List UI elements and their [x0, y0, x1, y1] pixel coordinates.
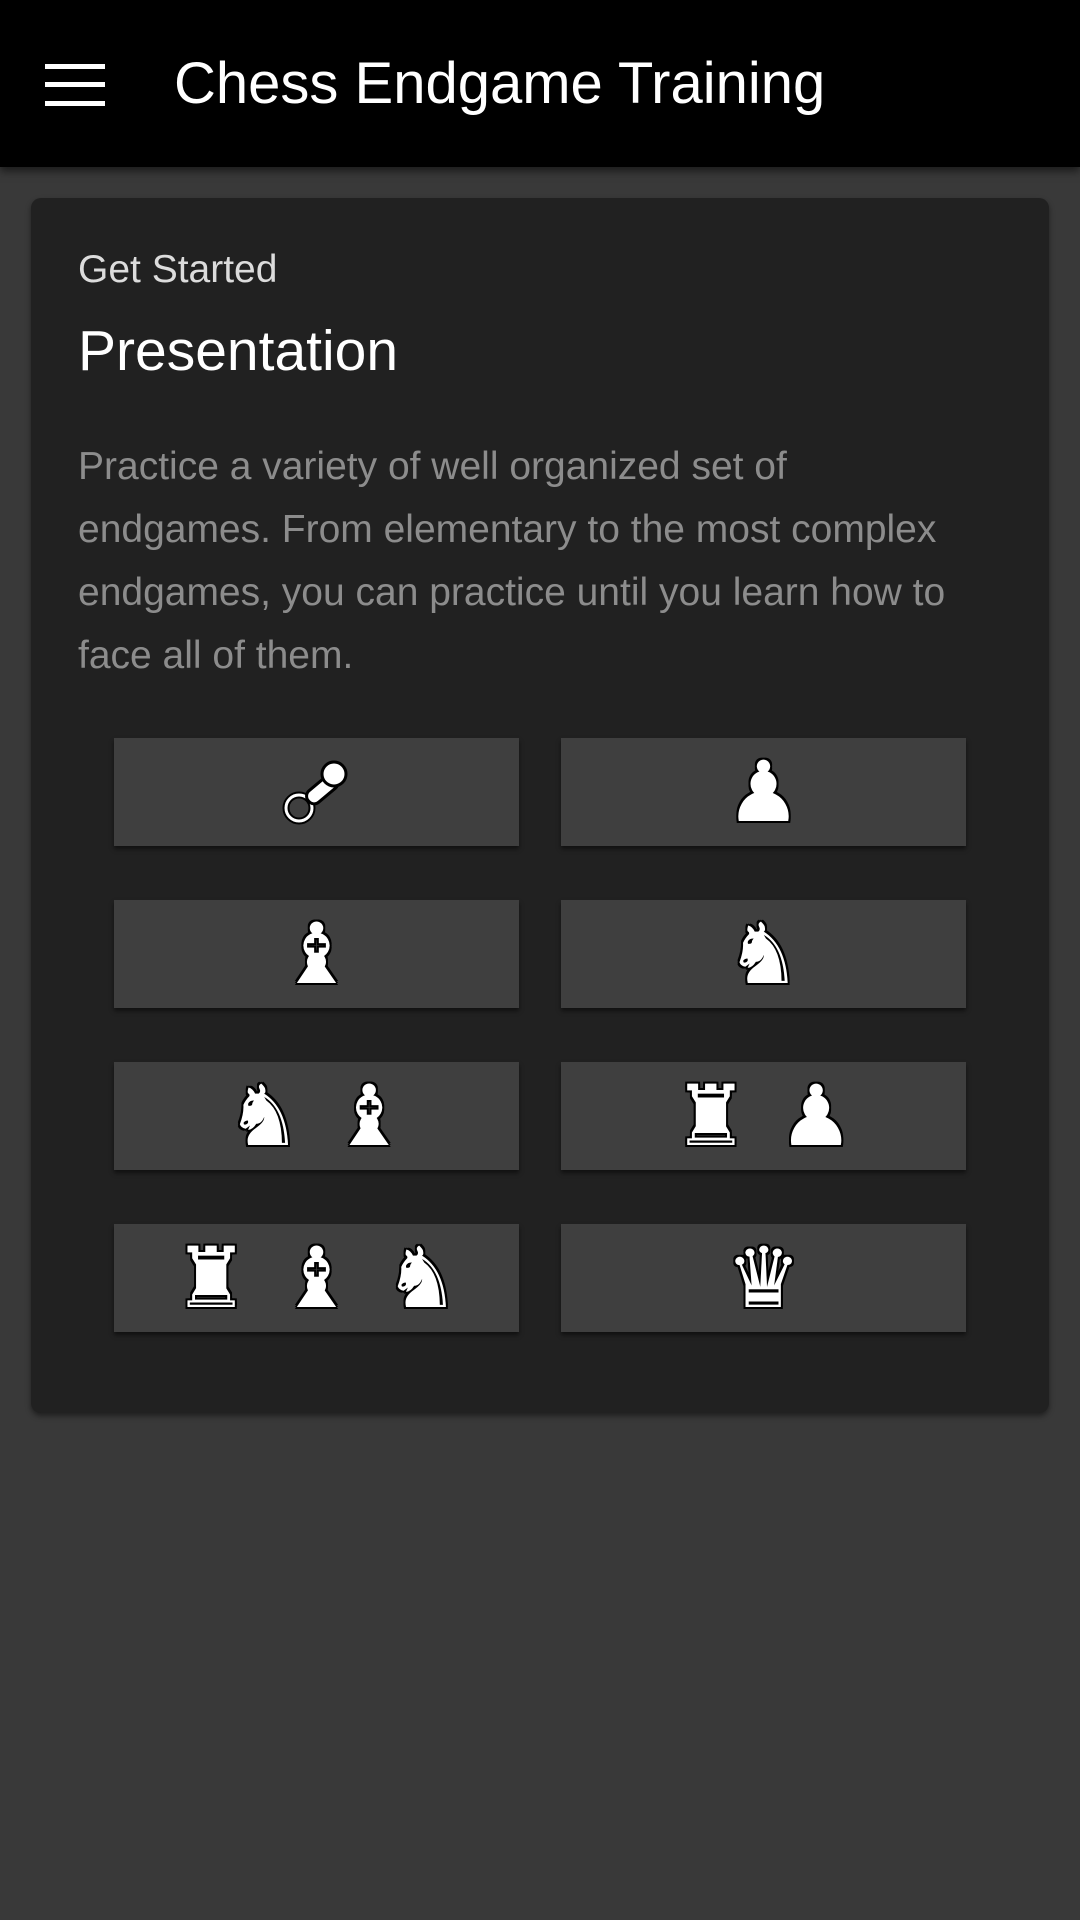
rook-icon: ♜: [673, 1067, 749, 1165]
knight-icon: ♞: [725, 905, 802, 1003]
rook-bishop-knight-endgames-button[interactable]: ♜ ♝ ♞: [114, 1224, 519, 1332]
rook-icon: ♜: [173, 1229, 249, 1327]
bishop-endgames-button[interactable]: ♝: [114, 900, 519, 1008]
rook-pawn-endgames-button[interactable]: ♜ ♟: [561, 1062, 966, 1170]
pacifier-icon: [282, 760, 347, 825]
menu-button[interactable]: [30, 40, 120, 130]
app-bar: Chess Endgame Training: [0, 0, 1080, 167]
bishop-icon: ♝: [278, 905, 355, 1003]
knight-bishop-endgames-button[interactable]: ♞ ♝: [114, 1062, 519, 1170]
endgame-category-grid: ♟ ♝ ♞ ♞ ♝ ♜ ♟ ♜ ♝ ♞ ♛: [114, 738, 966, 1332]
elementary-endgames-button[interactable]: [114, 738, 519, 846]
queen-endgames-button[interactable]: ♛: [561, 1224, 966, 1332]
knight-icon: ♞: [226, 1067, 302, 1165]
knight-endgames-button[interactable]: ♞: [561, 900, 966, 1008]
card-overline: Get Started: [78, 248, 278, 291]
presentation-card: Get Started Presentation Practice a vari…: [31, 198, 1049, 1413]
card-headline: Presentation: [78, 319, 399, 383]
bishop-icon: ♝: [278, 1229, 355, 1327]
bishop-icon: ♝: [331, 1067, 407, 1165]
pawn-endgames-button[interactable]: ♟: [561, 738, 966, 846]
pawn-icon: ♟: [725, 743, 802, 841]
pawn-icon: ♟: [778, 1067, 854, 1165]
app-title: Chess Endgame Training: [174, 51, 826, 116]
hamburger-menu-icon: [45, 64, 105, 106]
card-description: Practice a variety of well organized set…: [78, 445, 946, 677]
queen-icon: ♛: [725, 1229, 802, 1327]
knight-icon: ♞: [384, 1229, 460, 1327]
